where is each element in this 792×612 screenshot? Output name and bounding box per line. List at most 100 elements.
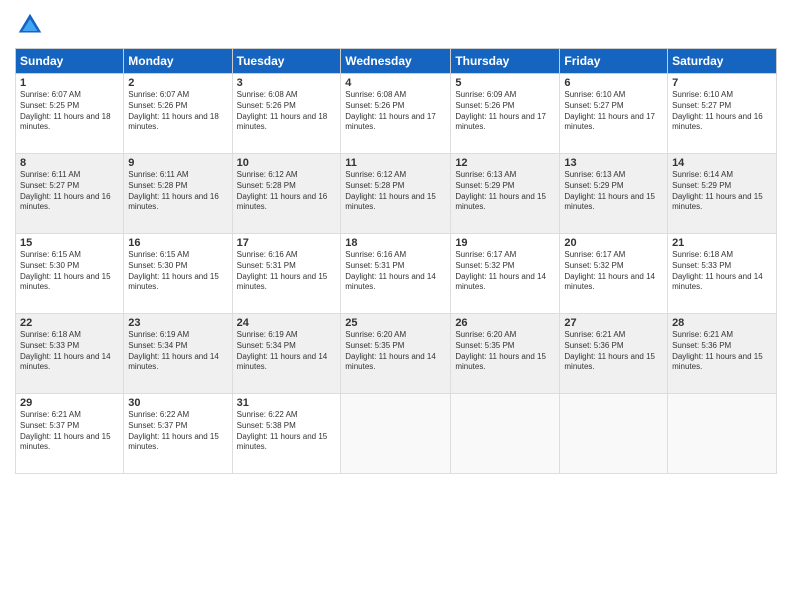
calendar-cell xyxy=(451,394,560,474)
day-info: Sunrise: 6:15 AMSunset: 5:30 PMDaylight:… xyxy=(20,250,119,293)
day-info: Sunrise: 6:12 AMSunset: 5:28 PMDaylight:… xyxy=(345,170,446,213)
day-number: 13 xyxy=(564,157,663,169)
day-info: Sunrise: 6:09 AMSunset: 5:26 PMDaylight:… xyxy=(455,90,555,133)
day-info: Sunrise: 6:16 AMSunset: 5:31 PMDaylight:… xyxy=(237,250,337,293)
calendar-cell: 18Sunrise: 6:16 AMSunset: 5:31 PMDayligh… xyxy=(341,234,451,314)
day-info: Sunrise: 6:22 AMSunset: 5:37 PMDaylight:… xyxy=(128,410,227,453)
calendar-cell: 10Sunrise: 6:12 AMSunset: 5:28 PMDayligh… xyxy=(232,154,341,234)
day-number: 25 xyxy=(345,317,446,329)
day-info: Sunrise: 6:21 AMSunset: 5:37 PMDaylight:… xyxy=(20,410,119,453)
calendar-cell: 13Sunrise: 6:13 AMSunset: 5:29 PMDayligh… xyxy=(560,154,668,234)
calendar-cell: 29Sunrise: 6:21 AMSunset: 5:37 PMDayligh… xyxy=(16,394,124,474)
day-number: 20 xyxy=(564,237,663,249)
calendar-week-row: 8Sunrise: 6:11 AMSunset: 5:27 PMDaylight… xyxy=(16,154,777,234)
calendar-day-header: Monday xyxy=(124,49,232,74)
calendar-cell xyxy=(560,394,668,474)
calendar-cell: 25Sunrise: 6:20 AMSunset: 5:35 PMDayligh… xyxy=(341,314,451,394)
day-info: Sunrise: 6:13 AMSunset: 5:29 PMDaylight:… xyxy=(455,170,555,213)
day-number: 29 xyxy=(20,397,119,409)
day-info: Sunrise: 6:20 AMSunset: 5:35 PMDaylight:… xyxy=(345,330,446,373)
day-info: Sunrise: 6:19 AMSunset: 5:34 PMDaylight:… xyxy=(128,330,227,373)
calendar-cell: 15Sunrise: 6:15 AMSunset: 5:30 PMDayligh… xyxy=(16,234,124,314)
day-info: Sunrise: 6:21 AMSunset: 5:36 PMDaylight:… xyxy=(672,330,772,373)
day-number: 28 xyxy=(672,317,772,329)
day-info: Sunrise: 6:17 AMSunset: 5:32 PMDaylight:… xyxy=(455,250,555,293)
calendar-week-row: 22Sunrise: 6:18 AMSunset: 5:33 PMDayligh… xyxy=(16,314,777,394)
day-number: 21 xyxy=(672,237,772,249)
day-number: 26 xyxy=(455,317,555,329)
day-number: 11 xyxy=(345,157,446,169)
calendar-cell: 14Sunrise: 6:14 AMSunset: 5:29 PMDayligh… xyxy=(668,154,777,234)
page: SundayMondayTuesdayWednesdayThursdayFrid… xyxy=(0,0,792,612)
day-number: 10 xyxy=(237,157,337,169)
day-info: Sunrise: 6:14 AMSunset: 5:29 PMDaylight:… xyxy=(672,170,772,213)
calendar-cell: 3Sunrise: 6:08 AMSunset: 5:26 PMDaylight… xyxy=(232,74,341,154)
day-number: 19 xyxy=(455,237,555,249)
calendar-cell: 11Sunrise: 6:12 AMSunset: 5:28 PMDayligh… xyxy=(341,154,451,234)
day-info: Sunrise: 6:11 AMSunset: 5:28 PMDaylight:… xyxy=(128,170,227,213)
day-number: 1 xyxy=(20,77,119,89)
day-info: Sunrise: 6:08 AMSunset: 5:26 PMDaylight:… xyxy=(237,90,337,133)
day-number: 2 xyxy=(128,77,227,89)
calendar-cell: 2Sunrise: 6:07 AMSunset: 5:26 PMDaylight… xyxy=(124,74,232,154)
day-number: 31 xyxy=(237,397,337,409)
day-info: Sunrise: 6:07 AMSunset: 5:25 PMDaylight:… xyxy=(20,90,119,133)
day-number: 23 xyxy=(128,317,227,329)
calendar-cell: 6Sunrise: 6:10 AMSunset: 5:27 PMDaylight… xyxy=(560,74,668,154)
calendar-cell: 9Sunrise: 6:11 AMSunset: 5:28 PMDaylight… xyxy=(124,154,232,234)
day-number: 3 xyxy=(237,77,337,89)
day-info: Sunrise: 6:22 AMSunset: 5:38 PMDaylight:… xyxy=(237,410,337,453)
header xyxy=(15,10,777,40)
day-info: Sunrise: 6:18 AMSunset: 5:33 PMDaylight:… xyxy=(672,250,772,293)
day-number: 7 xyxy=(672,77,772,89)
day-info: Sunrise: 6:21 AMSunset: 5:36 PMDaylight:… xyxy=(564,330,663,373)
day-info: Sunrise: 6:16 AMSunset: 5:31 PMDaylight:… xyxy=(345,250,446,293)
day-number: 17 xyxy=(237,237,337,249)
day-number: 15 xyxy=(20,237,119,249)
day-info: Sunrise: 6:07 AMSunset: 5:26 PMDaylight:… xyxy=(128,90,227,133)
calendar-cell: 17Sunrise: 6:16 AMSunset: 5:31 PMDayligh… xyxy=(232,234,341,314)
day-number: 16 xyxy=(128,237,227,249)
calendar-cell: 8Sunrise: 6:11 AMSunset: 5:27 PMDaylight… xyxy=(16,154,124,234)
calendar-cell: 28Sunrise: 6:21 AMSunset: 5:36 PMDayligh… xyxy=(668,314,777,394)
day-number: 22 xyxy=(20,317,119,329)
day-number: 30 xyxy=(128,397,227,409)
logo xyxy=(15,10,49,40)
calendar-cell: 19Sunrise: 6:17 AMSunset: 5:32 PMDayligh… xyxy=(451,234,560,314)
calendar-cell: 12Sunrise: 6:13 AMSunset: 5:29 PMDayligh… xyxy=(451,154,560,234)
calendar-day-header: Friday xyxy=(560,49,668,74)
day-info: Sunrise: 6:18 AMSunset: 5:33 PMDaylight:… xyxy=(20,330,119,373)
day-info: Sunrise: 6:13 AMSunset: 5:29 PMDaylight:… xyxy=(564,170,663,213)
day-info: Sunrise: 6:17 AMSunset: 5:32 PMDaylight:… xyxy=(564,250,663,293)
day-info: Sunrise: 6:11 AMSunset: 5:27 PMDaylight:… xyxy=(20,170,119,213)
day-info: Sunrise: 6:08 AMSunset: 5:26 PMDaylight:… xyxy=(345,90,446,133)
day-number: 4 xyxy=(345,77,446,89)
calendar-day-header: Thursday xyxy=(451,49,560,74)
day-info: Sunrise: 6:19 AMSunset: 5:34 PMDaylight:… xyxy=(237,330,337,373)
day-number: 12 xyxy=(455,157,555,169)
calendar-cell: 24Sunrise: 6:19 AMSunset: 5:34 PMDayligh… xyxy=(232,314,341,394)
calendar-day-header: Saturday xyxy=(668,49,777,74)
day-number: 5 xyxy=(455,77,555,89)
calendar-cell xyxy=(668,394,777,474)
calendar-day-header: Tuesday xyxy=(232,49,341,74)
day-info: Sunrise: 6:15 AMSunset: 5:30 PMDaylight:… xyxy=(128,250,227,293)
calendar-cell: 26Sunrise: 6:20 AMSunset: 5:35 PMDayligh… xyxy=(451,314,560,394)
calendar-week-row: 1Sunrise: 6:07 AMSunset: 5:25 PMDaylight… xyxy=(16,74,777,154)
logo-icon xyxy=(15,10,45,40)
calendar-cell: 21Sunrise: 6:18 AMSunset: 5:33 PMDayligh… xyxy=(668,234,777,314)
calendar-day-header: Wednesday xyxy=(341,49,451,74)
calendar-cell: 30Sunrise: 6:22 AMSunset: 5:37 PMDayligh… xyxy=(124,394,232,474)
calendar: SundayMondayTuesdayWednesdayThursdayFrid… xyxy=(15,48,777,474)
calendar-header-row: SundayMondayTuesdayWednesdayThursdayFrid… xyxy=(16,49,777,74)
day-number: 9 xyxy=(128,157,227,169)
calendar-week-row: 29Sunrise: 6:21 AMSunset: 5:37 PMDayligh… xyxy=(16,394,777,474)
day-info: Sunrise: 6:20 AMSunset: 5:35 PMDaylight:… xyxy=(455,330,555,373)
calendar-cell: 7Sunrise: 6:10 AMSunset: 5:27 PMDaylight… xyxy=(668,74,777,154)
day-info: Sunrise: 6:12 AMSunset: 5:28 PMDaylight:… xyxy=(237,170,337,213)
day-number: 14 xyxy=(672,157,772,169)
calendar-week-row: 15Sunrise: 6:15 AMSunset: 5:30 PMDayligh… xyxy=(16,234,777,314)
day-number: 24 xyxy=(237,317,337,329)
day-number: 18 xyxy=(345,237,446,249)
calendar-day-header: Sunday xyxy=(16,49,124,74)
